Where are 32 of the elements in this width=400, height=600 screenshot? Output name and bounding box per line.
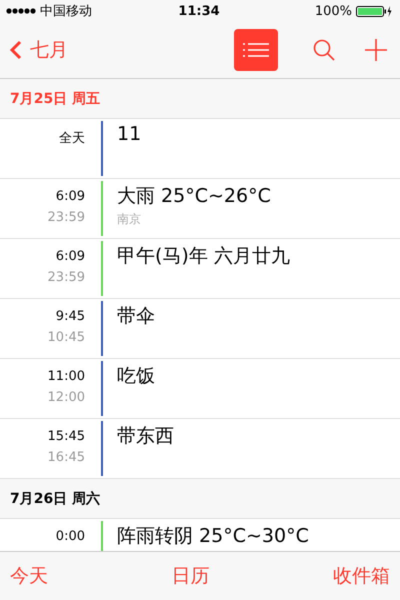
event-title[interactable]: 带伞 (117, 303, 155, 329)
list-view-button[interactable] (234, 29, 278, 71)
event-title[interactable]: 吃饭 (117, 363, 155, 389)
event-title[interactable]: 阵雨转阴 25°C~30°C (117, 523, 309, 549)
end-time: 23:59 (48, 210, 85, 225)
end-time: 12:00 (48, 390, 85, 405)
event-location: 南京 (117, 211, 142, 228)
start-time: 6:09 (56, 249, 85, 264)
day-header: 7月25日 周五 (0, 79, 400, 119)
event-title[interactable]: 甲午(马)年 六月廿九 (117, 243, 290, 269)
start-time: 9:45 (56, 309, 85, 324)
search-icon[interactable] (312, 38, 336, 62)
start-time: 全天 (59, 130, 85, 147)
start-time: 6:09 (56, 189, 85, 204)
battery-icon (356, 6, 392, 16)
end-time: 23:59 (48, 270, 85, 285)
add-icon[interactable] (364, 38, 388, 62)
start-time: 11:00 (48, 369, 85, 384)
event-title[interactable]: 带东西 (117, 423, 174, 449)
battery-percent: 100% (314, 4, 352, 18)
start-time: 15:45 (48, 429, 85, 444)
end-time: 16:45 (48, 450, 85, 465)
event-title[interactable]: 11 (117, 123, 142, 145)
start-time: 0:00 (56, 529, 85, 544)
clock: 11:34 (178, 4, 220, 18)
list-icon (243, 43, 269, 57)
day-header: 7月26日 周六 (0, 479, 400, 519)
end-time: 10:45 (48, 330, 85, 345)
carrier: 中国移动 (40, 3, 92, 20)
signal-icon (6, 7, 36, 15)
chevron-left-icon (10, 40, 22, 60)
event-title[interactable]: 大雨 25°C~26°C (117, 183, 271, 209)
